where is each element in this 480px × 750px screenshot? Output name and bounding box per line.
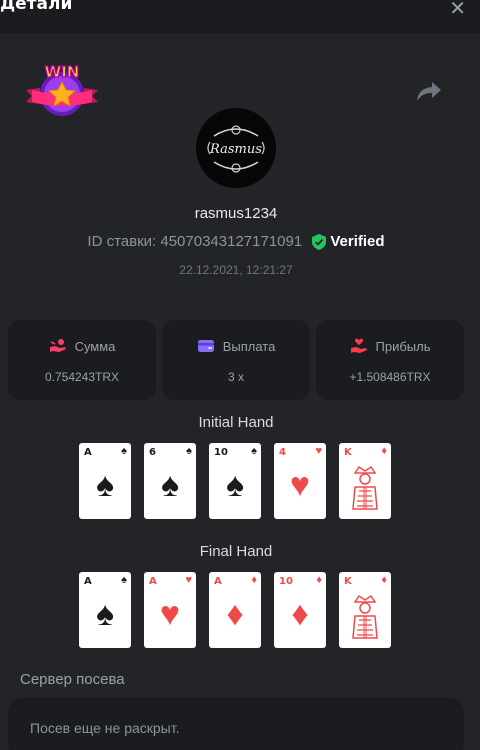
verified-text: Verified [330, 233, 385, 250]
win-badge-icon: WIN [26, 62, 98, 116]
avatar: Rasmus [196, 108, 276, 188]
header-title: Детали [0, 0, 73, 14]
bet-id-label: ID ставки: [87, 233, 157, 250]
card-suit-small-icon: ♥ [185, 574, 192, 586]
playing-card: A ♠ ♠ [79, 443, 131, 519]
avatar-text: Rasmus [209, 142, 262, 157]
server-seed-box: Посев еще не раскрыт. [8, 698, 464, 750]
stat-card-payout: Выплата 3 x [162, 320, 310, 400]
stat-label: Выплата [222, 338, 276, 354]
card-suit-small-icon: ♠ [121, 574, 127, 586]
card-rank: A [84, 576, 92, 587]
card-suit-small-icon: ♥ [315, 445, 322, 457]
hand-coins-icon [49, 339, 66, 352]
card-suit-icon: ♠ [225, 466, 245, 504]
playing-card: 10 ♠ ♠ [209, 443, 261, 519]
username: rasmus1234 [194, 205, 278, 222]
stat-card-profit: Прибыль +1.508486TRX [316, 320, 464, 400]
initial-hand-title: Initial Hand [198, 414, 274, 431]
stat-value: 0.754243TRX [44, 370, 120, 384]
card-suit-small-icon: ♠ [121, 445, 127, 457]
card-suit-icon: ♦ [226, 595, 244, 633]
card-rank: A [214, 576, 222, 587]
playing-card: 4 ♥ ♥ [274, 443, 326, 519]
final-hand-title: Final Hand [199, 543, 273, 560]
card-rank: K [344, 576, 352, 587]
close-icon[interactable]: ✕ [449, 0, 466, 21]
stat-value: 3 x [227, 370, 244, 384]
king-illustration-icon [352, 465, 378, 510]
playing-card: K ♦ [339, 572, 391, 648]
playing-card: 6 ♠ ♠ [144, 443, 196, 519]
card-suit-small-icon: ♦ [251, 574, 257, 586]
bet-id-line: ID ставки: 450703431271710​91 Verified [0, 233, 472, 250]
card-rank: 10 [279, 576, 293, 587]
card-suit-small-icon: ♦ [381, 445, 387, 457]
playing-card: A ♥ ♥ [144, 572, 196, 648]
shield-check-icon [312, 233, 327, 250]
details-header: Детали ✕ [0, 0, 480, 34]
stat-value: +1.508486TRX [349, 370, 431, 384]
card-rank: 10 [214, 447, 228, 458]
stat-label: Прибыль [375, 338, 431, 354]
card-suit-small-icon: ♦ [381, 574, 387, 586]
stat-label: Сумма [74, 338, 116, 354]
card-suit-small-icon: ♦ [316, 574, 322, 586]
playing-card: K ♦ [339, 443, 391, 519]
hand-heart-icon [350, 338, 367, 353]
wallet-icon [197, 340, 214, 352]
server-seed-value: Посев еще не раскрыт. [30, 720, 180, 736]
card-suit-small-icon: ♠ [251, 445, 257, 457]
playing-card: A ♦ ♦ [209, 572, 261, 648]
avatar-emblem-icon: Rasmus [196, 108, 276, 188]
card-suit-icon: ♦ [291, 595, 309, 633]
playing-card: 10 ♦ ♦ [274, 572, 326, 648]
win-badge-text: WIN [45, 63, 80, 81]
card-suit-icon: ♠ [95, 595, 115, 633]
playing-card: A ♠ ♠ [79, 572, 131, 648]
card-rank: 4 [279, 447, 286, 458]
verified-badge: Verified [312, 233, 385, 250]
server-seed-label: Сервер посева [20, 671, 125, 688]
card-suit-small-icon: ♠ [186, 445, 192, 457]
card-rank: 6 [149, 447, 156, 458]
card-rank: K [344, 447, 352, 458]
card-suit-icon: ♥ [159, 595, 181, 633]
king-illustration-icon [352, 594, 378, 639]
share-icon[interactable] [416, 80, 442, 102]
card-rank: A [149, 576, 157, 587]
bet-timestamp: 22.12.2021, 12:21:27 [179, 263, 293, 277]
bet-id-value: 450703431271710​91 [160, 233, 303, 250]
card-rank: A [84, 447, 92, 458]
card-suit-icon: ♠ [95, 466, 115, 504]
stat-card-amount: Сумма 0.754243TRX [8, 320, 156, 400]
card-suit-icon: ♠ [160, 466, 180, 504]
card-suit-icon: ♥ [289, 466, 311, 504]
